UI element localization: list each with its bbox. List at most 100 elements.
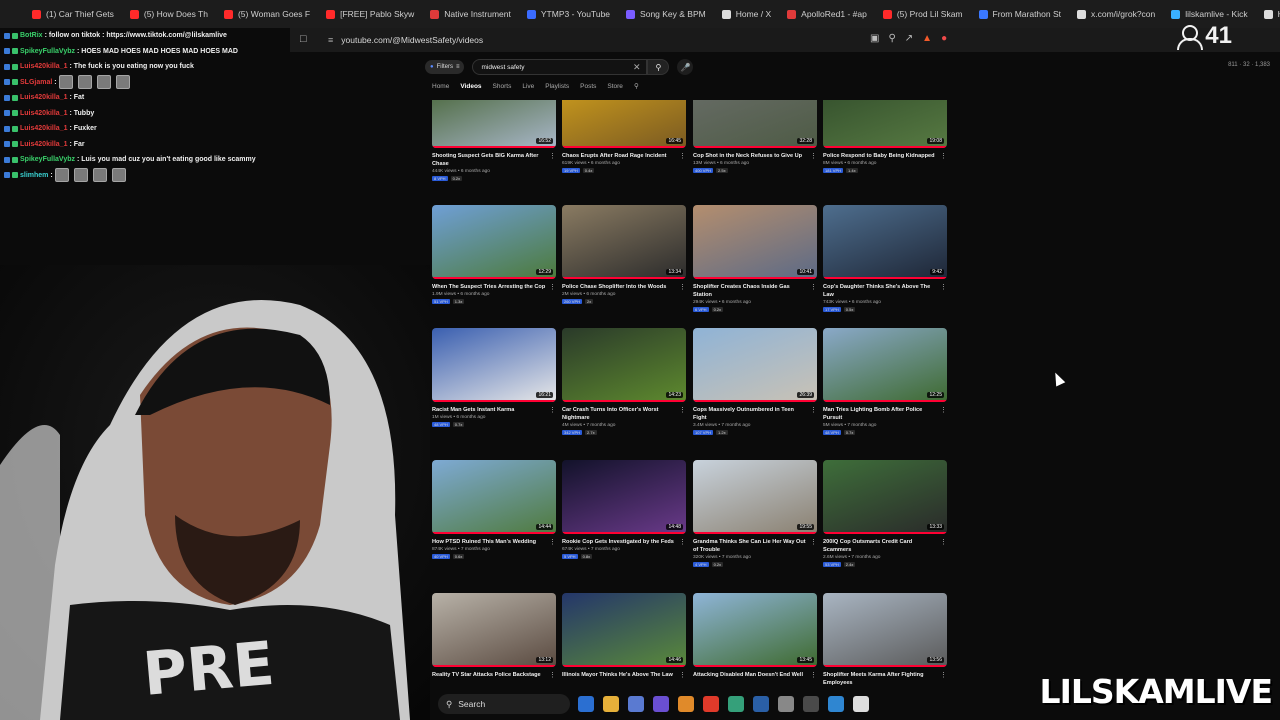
more-options-icon[interactable]: ⋮ bbox=[549, 283, 556, 291]
video-card[interactable]: 19:08 Police Respond to Baby Being Kidnap… bbox=[823, 100, 947, 173]
video-thumbnail[interactable]: 13:45 bbox=[693, 593, 817, 667]
video-title[interactable]: 200IQ Cop Outsmarts Credit Card Scammers bbox=[823, 538, 938, 554]
search-button[interactable]: ⚲ bbox=[647, 59, 670, 75]
bookmark-icon[interactable]: □ bbox=[300, 33, 307, 45]
taskbar-app-icon[interactable] bbox=[578, 696, 594, 712]
more-options-icon[interactable]: ⋮ bbox=[810, 152, 817, 160]
video-card[interactable]: 14:44 How PTSD Ruined This Man's Wedding 8… bbox=[432, 460, 556, 559]
video-thumbnail[interactable]: 14:48 bbox=[562, 460, 686, 534]
taskbar-app-icon[interactable] bbox=[753, 696, 769, 712]
more-options-icon[interactable]: ⋮ bbox=[810, 406, 817, 414]
more-options-icon[interactable]: ⋮ bbox=[940, 283, 947, 291]
more-options-icon[interactable]: ⋮ bbox=[940, 152, 947, 160]
taskbar-app-icon[interactable] bbox=[828, 696, 844, 712]
browser-tab[interactable]: From Marathon St bbox=[973, 4, 1068, 24]
video-title[interactable]: Attacking Disabled Man Doesn't End Well bbox=[693, 671, 808, 679]
video-title[interactable]: Cop Shot in the Neck Refuses to Give Up bbox=[693, 152, 808, 160]
more-options-icon[interactable]: ⋮ bbox=[549, 538, 556, 546]
video-title[interactable]: Illinois Mayor Thinks He's Above The Law bbox=[562, 671, 677, 679]
video-title[interactable]: Cops Massively Outnumbered in Teen Fight bbox=[693, 406, 808, 422]
video-card[interactable]: 14:23 Car Crash Turns Into Officer's Wors… bbox=[562, 328, 686, 435]
video-thumbnail[interactable]: 32:28 bbox=[693, 100, 817, 148]
video-card[interactable]: 26:39 Cops Massively Outnumbered in Teen … bbox=[693, 328, 817, 435]
video-thumbnail[interactable]: 26:39 bbox=[693, 328, 817, 402]
video-title[interactable]: Shooting Suspect Gets BIG Karma After Ch… bbox=[432, 152, 547, 168]
more-options-icon[interactable]: ⋮ bbox=[549, 406, 556, 414]
taskbar-app-icon[interactable] bbox=[603, 696, 619, 712]
more-options-icon[interactable]: ⋮ bbox=[679, 283, 686, 291]
search-input[interactable]: midwest safety ✕ bbox=[472, 59, 648, 75]
video-card[interactable]: 14:46 Illinois Mayor Thinks He's Above Th… bbox=[562, 593, 686, 679]
taskbar-app-icon[interactable] bbox=[853, 696, 869, 712]
video-card[interactable]: 13:45 Attacking Disabled Man Doesn't End … bbox=[693, 593, 817, 679]
video-title[interactable]: Cop's Daughter Thinks She's Above The La… bbox=[823, 283, 938, 299]
browser-tab[interactable]: (5) Woman Goes F bbox=[218, 4, 316, 24]
video-card[interactable]: 16:52 Shooting Suspect Gets BIG Karma Aft… bbox=[432, 100, 556, 181]
video-card[interactable]: 10:41 Shoplifter Creates Chaos Inside Gas… bbox=[693, 205, 817, 312]
browser-tab[interactable]: YTMP3 - YouTube bbox=[521, 4, 616, 24]
video-card[interactable]: 13:12 Reality TV Star Attacks Police Back… bbox=[432, 593, 556, 679]
video-card[interactable]: 14:48 Rookie Cop Gets Investigated by the… bbox=[562, 460, 686, 559]
share-icon[interactable]: ↗ bbox=[905, 33, 913, 44]
video-title[interactable]: Police Respond to Baby Being Kidnapped bbox=[823, 152, 938, 160]
video-title[interactable]: Rookie Cop Gets Investigated by the Feds bbox=[562, 538, 677, 546]
zoom-icon[interactable]: ⚲ bbox=[888, 33, 895, 44]
browser-tab[interactable]: Song Key & BPM bbox=[620, 4, 712, 24]
tab-shorts[interactable]: Shorts bbox=[493, 83, 512, 90]
browser-tab[interactable]: ApolloRed1 - #ap bbox=[781, 4, 873, 24]
more-options-icon[interactable]: ⋮ bbox=[940, 406, 947, 414]
more-options-icon[interactable]: ⋮ bbox=[940, 671, 947, 679]
video-thumbnail[interactable]: 10:41 bbox=[693, 205, 817, 279]
browser-tab[interactable]: (5) Prod Lil Skam bbox=[877, 4, 969, 24]
video-thumbnail[interactable]: 16:52 bbox=[432, 100, 556, 148]
video-card[interactable]: 12:25 Man Tries Lighting Bomb After Polic… bbox=[823, 328, 947, 435]
taskbar-app-icon[interactable] bbox=[678, 696, 694, 712]
video-title[interactable]: How PTSD Ruined This Man's Wedding bbox=[432, 538, 547, 546]
channel-search-icon[interactable]: ⚲ bbox=[634, 82, 639, 90]
video-card[interactable]: 32:28 Cop Shot in the Neck Refuses to Giv… bbox=[693, 100, 817, 173]
tab-playlists[interactable]: Playlists bbox=[545, 83, 569, 90]
video-title[interactable]: Chaos Erupts After Road Rage Incident bbox=[562, 152, 677, 160]
video-title[interactable]: Grandma Thinks She Can Lie Her Way Out o… bbox=[693, 538, 808, 554]
video-card[interactable]: 13:33 200IQ Cop Outsmarts Credit Card Sca… bbox=[823, 460, 947, 567]
taskbar-app-icon[interactable] bbox=[728, 696, 744, 712]
taskbar-app-icon[interactable] bbox=[628, 696, 644, 712]
browser-tab[interactable]: Native Instrument bbox=[424, 4, 517, 24]
video-title[interactable]: Police Chase Shoplifter Into the Woods bbox=[562, 283, 677, 291]
video-card[interactable]: 19:55 Grandma Thinks She Can Lie Her Way … bbox=[693, 460, 817, 567]
video-thumbnail[interactable]: 14:23 bbox=[562, 328, 686, 402]
tab-home[interactable]: Home bbox=[432, 83, 449, 90]
more-options-icon[interactable]: ⋮ bbox=[810, 538, 817, 546]
video-thumbnail[interactable]: 13:56 bbox=[823, 593, 947, 667]
video-thumbnail[interactable]: 12:29 bbox=[432, 205, 556, 279]
browser-tab[interactable]: [FREE] Pablo Skyw bbox=[320, 4, 420, 24]
more-options-icon[interactable]: ⋮ bbox=[679, 406, 686, 414]
video-card[interactable]: 13:56 Shoplifter Meets Karma After Fighti… bbox=[823, 593, 947, 687]
video-title[interactable]: When The Suspect Tries Arresting the Cop bbox=[432, 283, 547, 291]
video-thumbnail[interactable]: 19:08 bbox=[823, 100, 947, 148]
taskbar-search[interactable]: ⚲ Search bbox=[438, 694, 570, 714]
browser-tab[interactable]: (1) Car Thief Gets bbox=[26, 4, 120, 24]
video-thumbnail[interactable]: 16:21 bbox=[432, 328, 556, 402]
video-card[interactable]: 12:29 When The Suspect Tries Arresting th… bbox=[432, 205, 556, 304]
taskbar-app-icon[interactable] bbox=[653, 696, 669, 712]
filters-button[interactable]: ● Filters ≡ bbox=[425, 60, 465, 74]
video-card[interactable]: 9:42 Cop's Daughter Thinks She's Above Th… bbox=[823, 205, 947, 312]
brave-shield-icon[interactable]: ▲ bbox=[922, 33, 932, 44]
more-options-icon[interactable]: ⋮ bbox=[940, 538, 947, 546]
browser-tab[interactable]: x.com/i/grok?con bbox=[1071, 4, 1161, 24]
video-card[interactable]: 13:34 Police Chase Shoplifter Into the Wo… bbox=[562, 205, 686, 304]
tab-live[interactable]: Live bbox=[522, 83, 534, 90]
video-thumbnail[interactable]: 19:55 bbox=[693, 460, 817, 534]
video-card[interactable]: 16:21 Racist Man Gets Instant Karma 1M vie… bbox=[432, 328, 556, 427]
video-thumbnail[interactable]: 13:34 bbox=[562, 205, 686, 279]
video-thumbnail[interactable]: 16:45 bbox=[562, 100, 686, 148]
address-bar[interactable]: ≡ youtube.com/@MidwestSafety/videos bbox=[320, 31, 960, 49]
tab-videos[interactable]: Videos bbox=[460, 83, 481, 90]
video-thumbnail[interactable]: 14:44 bbox=[432, 460, 556, 534]
video-title[interactable]: Racist Man Gets Instant Karma bbox=[432, 406, 547, 414]
browser-tab[interactable]: Home / X bbox=[716, 4, 777, 24]
taskbar-app-icon[interactable] bbox=[703, 696, 719, 712]
screen-icon[interactable]: ▣ bbox=[870, 33, 879, 44]
clear-search-icon[interactable]: ✕ bbox=[633, 62, 641, 73]
